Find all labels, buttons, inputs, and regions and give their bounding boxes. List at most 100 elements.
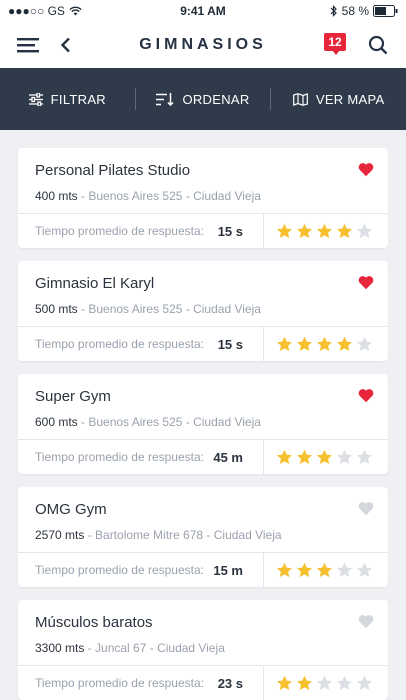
battery-percent: 58 %: [341, 4, 369, 18]
gym-address: - Juncal 67 - Ciudad Vieja: [87, 641, 225, 655]
star-icon: [317, 449, 332, 464]
star-icon: [277, 675, 292, 690]
response-time-value: 15 s: [217, 223, 243, 239]
star-icon: [277, 336, 292, 351]
response-time: Tiempo promedio de respuesta: 15 s: [18, 327, 264, 361]
response-time-value: 23 s: [217, 675, 243, 691]
star-icon: [337, 336, 352, 351]
gym-address: - Bartolome Mitre 678 - Ciudad Vieja: [87, 528, 282, 542]
gym-address: - Buenos Aires 525 - Ciudad Vieja: [81, 189, 261, 203]
map-icon: [292, 92, 308, 106]
star-icon: [317, 675, 332, 690]
response-time-label: Tiempo promedio de respuesta:: [35, 224, 204, 238]
response-time-label: Tiempo promedio de respuesta:: [35, 563, 204, 577]
gym-card[interactable]: Gimnasio El Karyl 500 mts - Buenos Aires…: [18, 261, 388, 361]
gym-distance: 600 mts: [35, 415, 78, 429]
star-icon: [297, 223, 312, 238]
star-rating: [264, 562, 373, 579]
response-time: Tiempo promedio de respuesta: 23 s: [18, 666, 264, 700]
gym-card-header: Músculos baratos 3300 mts - Juncal 67 - …: [18, 600, 388, 666]
star-icon: [297, 562, 312, 577]
filter-label: FILTRAR: [50, 91, 106, 107]
gym-card-header: Super Gym 600 mts - Buenos Aires 525 - C…: [18, 374, 388, 440]
star-icon: [357, 449, 372, 464]
sort-button[interactable]: ORDENAR: [136, 68, 271, 130]
favorite-heart-icon[interactable]: [358, 614, 374, 629]
gym-card-footer: Tiempo promedio de respuesta: 15 s: [18, 327, 388, 361]
favorite-heart-icon[interactable]: [358, 162, 374, 177]
notifications-badge[interactable]: 12: [324, 33, 350, 57]
star-icon: [337, 449, 352, 464]
response-time-value: 15 s: [217, 336, 243, 352]
gym-name: Super Gym: [35, 388, 111, 405]
gym-card-header: Gimnasio El Karyl 500 mts - Buenos Aires…: [18, 261, 388, 327]
response-time-value: 15 m: [213, 562, 243, 578]
gym-name: Gimnasio El Karyl: [35, 275, 155, 292]
star-icon: [317, 562, 332, 577]
gym-address: - Buenos Aires 525 - Ciudad Vieja: [81, 415, 261, 429]
star-icon: [357, 223, 372, 238]
gym-name: Personal Pilates Studio: [35, 162, 191, 179]
star-rating: [264, 449, 373, 466]
star-icon: [357, 562, 372, 577]
gym-card[interactable]: Músculos baratos 3300 mts - Juncal 67 - …: [18, 600, 388, 700]
filter-button[interactable]: FILTRAR: [0, 68, 135, 130]
gym-location: 2570 mts - Bartolome Mitre 678 - Ciudad …: [35, 528, 372, 542]
menu-icon[interactable]: [14, 31, 42, 59]
star-icon: [337, 675, 352, 690]
gym-location: 400 mts - Buenos Aires 525 - Ciudad Viej…: [35, 189, 372, 203]
star-icon: [277, 562, 292, 577]
star-icon: [357, 336, 372, 351]
map-label: VER MAPA: [315, 91, 385, 107]
response-time: Tiempo promedio de respuesta: 15 m: [18, 553, 264, 587]
gym-name: Músculos baratos: [35, 614, 153, 631]
gym-card[interactable]: Personal Pilates Studio 400 mts - Buenos…: [18, 148, 388, 248]
gym-address: - Buenos Aires 525 - Ciudad Vieja: [81, 302, 261, 316]
wifi-icon: [69, 6, 82, 16]
gym-card-footer: Tiempo promedio de respuesta: 15 s: [18, 214, 388, 248]
status-bar: ●●●○○ GS 9:41 AM 58 %: [0, 0, 406, 22]
gym-location: 600 mts - Buenos Aires 525 - Ciudad Viej…: [35, 415, 372, 429]
battery-icon: [373, 5, 398, 17]
favorite-heart-icon[interactable]: [358, 501, 374, 516]
favorite-heart-icon[interactable]: [358, 388, 374, 403]
response-time-label: Tiempo promedio de respuesta:: [35, 676, 204, 690]
star-icon: [297, 336, 312, 351]
star-icon: [317, 336, 332, 351]
response-time-label: Tiempo promedio de respuesta:: [35, 450, 204, 464]
gym-location: 500 mts - Buenos Aires 525 - Ciudad Viej…: [35, 302, 372, 316]
gym-location: 3300 mts - Juncal 67 - Ciudad Vieja: [35, 641, 372, 655]
response-time-value: 45 m: [213, 449, 243, 465]
gym-distance: 500 mts: [35, 302, 78, 316]
gym-name: OMG Gym: [35, 501, 107, 518]
favorite-heart-icon[interactable]: [358, 275, 374, 290]
nav-bar: GIMNASIOS 12: [0, 22, 406, 68]
map-button[interactable]: VER MAPA: [271, 68, 406, 130]
response-time: Tiempo promedio de respuesta: 15 s: [18, 214, 264, 248]
star-icon: [297, 675, 312, 690]
bluetooth-icon: [330, 5, 337, 17]
sliders-icon: [28, 92, 43, 106]
carrier-signal: ●●●○○ GS: [8, 4, 65, 18]
star-rating: [264, 675, 373, 692]
star-icon: [337, 223, 352, 238]
response-time-label: Tiempo promedio de respuesta:: [35, 337, 204, 351]
back-icon[interactable]: [52, 31, 80, 59]
gym-card[interactable]: Super Gym 600 mts - Buenos Aires 525 - C…: [18, 374, 388, 474]
star-icon: [357, 675, 372, 690]
gym-distance: 400 mts: [35, 189, 78, 203]
gym-card-header: Personal Pilates Studio 400 mts - Buenos…: [18, 148, 388, 214]
star-icon: [277, 223, 292, 238]
star-icon: [317, 223, 332, 238]
star-icon: [277, 449, 292, 464]
gym-card-footer: Tiempo promedio de respuesta: 15 m: [18, 553, 388, 587]
sort-icon: [156, 92, 174, 106]
search-icon[interactable]: [364, 31, 392, 59]
gym-card-footer: Tiempo promedio de respuesta: 45 m: [18, 440, 388, 474]
star-icon: [297, 449, 312, 464]
gym-card[interactable]: OMG Gym 2570 mts - Bartolome Mitre 678 -…: [18, 487, 388, 587]
gym-card-header: OMG Gym 2570 mts - Bartolome Mitre 678 -…: [18, 487, 388, 553]
star-icon: [337, 562, 352, 577]
sort-label: ORDENAR: [182, 91, 250, 107]
star-rating: [264, 223, 373, 240]
